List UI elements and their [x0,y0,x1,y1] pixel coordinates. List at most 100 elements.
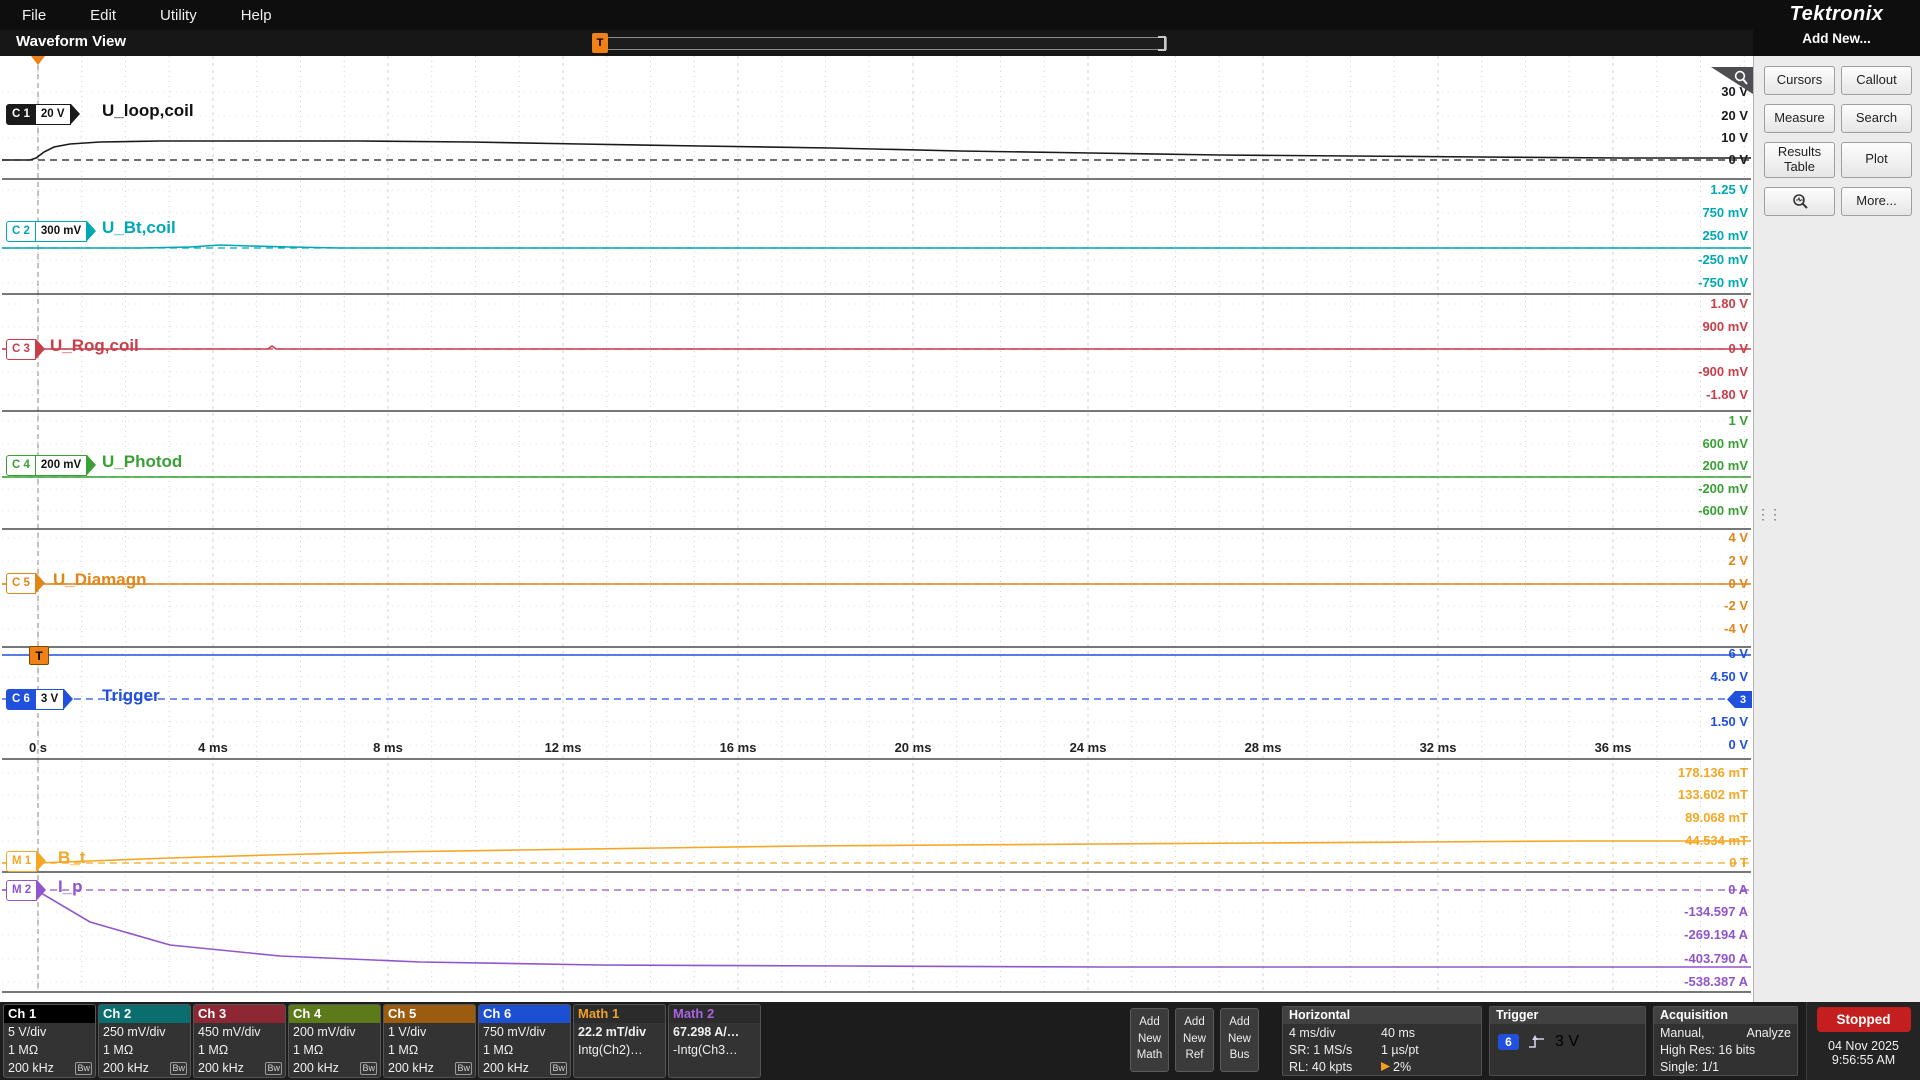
add-new-line: Add [1221,1014,1258,1031]
badge-id: C 1 [6,104,36,125]
badge-pointer [37,851,46,871]
panel-drag-handle[interactable]: ⋮⋮ [1756,506,1780,523]
badge-title: Ch 6 [479,1005,570,1023]
bandwidth-icon: Bw [170,1062,187,1075]
badge-value: 3 V [36,689,64,710]
badge-row-text: 67.298 A/… [673,1025,739,1039]
acquisition-resolution: High Res: 16 bits [1660,1043,1755,1057]
record-length: RL: 40 kpts [1289,1060,1381,1074]
sample-resolution: 1 µs/pt [1381,1043,1419,1057]
badge-id: M 2 [6,880,37,901]
horizontal-span: 40 ms [1381,1026,1415,1040]
badge-pointer [64,689,73,709]
badge-row-text: 200 kHz [293,1061,339,1075]
acquisition-title: Acquisition [1654,1007,1797,1024]
callout-button[interactable]: Callout [1841,66,1912,95]
horizontal-scale: 4 ms/div [1289,1026,1381,1040]
scope-badge-math-2[interactable]: Math 2 67.298 A/… -Intg(Ch3… [668,1004,761,1078]
top-right-panel: Tektronix Add New... [1753,0,1920,56]
results-table-button[interactable]: Results Table [1764,142,1835,178]
analyze-label[interactable]: Analyze [1747,1026,1791,1040]
scope-badge-ch-5[interactable]: Ch 51 V/div1 MΩ200 kHzBw [383,1004,476,1078]
menu-file[interactable]: File [0,7,68,24]
badge-title: Ch 3 [194,1005,285,1023]
badge-title: Ch 4 [289,1005,380,1023]
measure-button[interactable]: Measure [1764,104,1835,133]
scope-badge-ch-1[interactable]: Ch 15 V/div1 MΩ200 kHzBw [3,1004,96,1078]
channel-badge-C6[interactable]: C 63 V [6,688,73,710]
record-trigger-flag[interactable]: T [592,33,608,53]
plot-button[interactable]: Plot [1841,142,1912,178]
record-view-bar[interactable] [599,37,1167,50]
badge-title: Ch 2 [99,1005,190,1023]
more-button[interactable]: More... [1841,187,1912,216]
trigger-panel[interactable]: Trigger 6 3 V [1489,1006,1646,1076]
zoom-search-icon [1790,192,1810,210]
sample-rate: SR: 1 MS/s [1289,1043,1381,1057]
channel-badge-C4[interactable]: C 4200 mV [6,454,96,476]
badge-row-text: 200 kHz [8,1061,54,1075]
horizontal-panel[interactable]: Horizontal 4 ms/div40 ms SR: 1 MS/s1 µs/… [1282,1006,1482,1076]
view-strip: Waveform View T [0,30,1753,56]
add-new-line: Add [1131,1014,1168,1031]
bandwidth-icon: Bw [265,1062,282,1075]
menu-edit[interactable]: Edit [68,7,138,24]
waveform-view-tab[interactable]: Waveform View [16,33,126,50]
stopped-badge[interactable]: Stopped [1817,1007,1911,1032]
badge-row-text: 5 V/div [8,1025,46,1039]
badge-row-text: 1 MΩ [483,1043,513,1057]
menu-help[interactable]: Help [219,7,294,24]
scope-badge-ch-4[interactable]: Ch 4200 mV/div1 MΩ200 kHzBw [288,1004,381,1078]
sidebar: Cursors Callout Measure Search Results T… [1753,56,1920,1002]
add-new-button-grid: Cursors Callout Measure Search Results T… [1764,66,1912,216]
menu-utility[interactable]: Utility [138,7,219,24]
scope-badge-math-1[interactable]: Math 122.2 mT/divIntg(Ch2)… [573,1004,666,1078]
menu-bar: File Edit Utility Help [0,0,1753,30]
badge-row-text: 1 MΩ [8,1043,38,1057]
add-new-line: New [1131,1031,1168,1048]
badge-row-text: 200 kHz [388,1061,434,1075]
badge-value: 20 V [36,104,71,125]
channel-badge-C1[interactable]: C 120 V [6,103,80,125]
channel-badge-C2[interactable]: C 2300 mV [6,220,96,242]
acquisition-single: Single: 1/1 [1660,1060,1719,1074]
trigger-level: 3 V [1555,1033,1579,1051]
add-new-math-button[interactable]: AddNewMath [1130,1008,1169,1072]
scope-badge-ch-6[interactable]: Ch 6750 mV/div1 MΩ200 kHzBw [478,1004,571,1078]
badge-row-text: Intg(Ch2)… [578,1043,643,1057]
badge-title: Ch 5 [384,1005,475,1023]
bottom-bar: Ch 15 V/div1 MΩ200 kHzBwCh 2250 mV/div1 … [0,1002,1920,1080]
badge-row-text: 1 V/div [388,1025,426,1039]
add-new-line: New [1221,1031,1258,1048]
badge-row-text: 1 MΩ [198,1043,228,1057]
channel-badge-C3[interactable]: C 3 [6,338,45,360]
waveform-view-area [0,56,1753,1002]
badge-id: C 4 [6,455,36,476]
scope-badge-ch-2[interactable]: Ch 2250 mV/div1 MΩ200 kHzBw [98,1004,191,1078]
scope-badge-ch-3[interactable]: Ch 3450 mV/div1 MΩ200 kHzBw [193,1004,286,1078]
badge-title: Math 2 [669,1005,760,1023]
tektronix-logo: Tektronix [1753,3,1920,26]
badge-id: M 1 [6,851,37,872]
add-new-line: New [1176,1031,1213,1048]
add-new-line: Ref [1176,1047,1213,1064]
badge-row-text: -Intg(Ch3… [673,1043,738,1057]
cursors-button[interactable]: Cursors [1764,66,1835,95]
search-button[interactable]: Search [1841,104,1912,133]
badge-row-text: 1 MΩ [293,1043,323,1057]
acquisition-mode[interactable]: Manual, [1660,1026,1704,1040]
badge-pointer [36,339,45,359]
acquisition-panel[interactable]: Acquisition Manual, Analyze High Res: 16… [1653,1006,1798,1076]
badge-row-text: 22.2 mT/div [578,1025,646,1039]
add-new-ref-button[interactable]: AddNewRef [1175,1008,1214,1072]
badge-row-text: 250 mV/div [103,1025,166,1039]
zoom-button[interactable] [1764,187,1835,216]
channel-badge-M2[interactable]: M 2 [6,879,46,901]
badge-row-text: 1 MΩ [388,1043,418,1057]
trigger-source-flag[interactable]: T [29,646,49,665]
channel-badge-M1[interactable]: M 1 [6,850,46,872]
add-new-bus-button[interactable]: AddNewBus [1220,1008,1259,1072]
badge-row-text: 200 mV/div [293,1025,356,1039]
badge-pointer [36,573,45,593]
channel-badge-C5[interactable]: C 5 [6,572,45,594]
